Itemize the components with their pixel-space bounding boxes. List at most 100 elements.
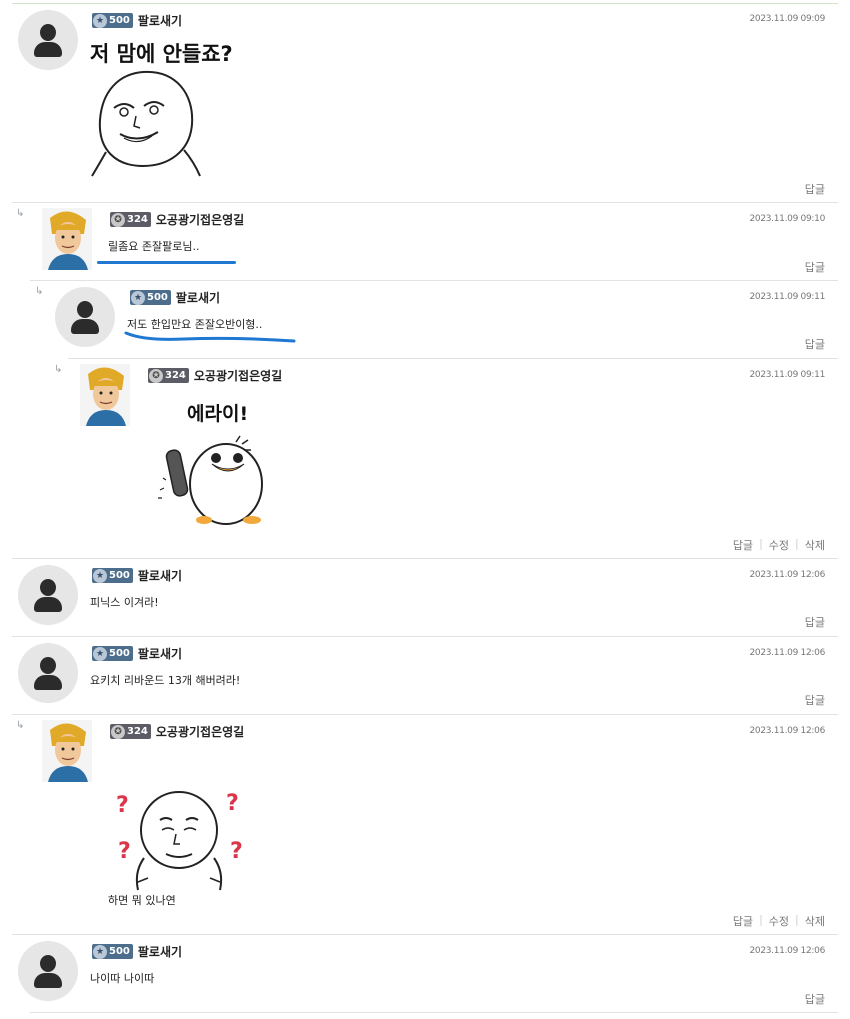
reply-button[interactable]: 답글	[805, 259, 825, 275]
reply-arrow-icon: ↳	[16, 208, 25, 219]
comment-meta: ★ 500 팔로새기	[92, 645, 182, 662]
separator: |	[759, 537, 763, 550]
nickname[interactable]: 오공광기접은영길	[156, 723, 244, 740]
default-avatar-icon[interactable]	[18, 941, 78, 1001]
comment-date: 2023.11.09 09:11	[749, 292, 825, 302]
comment-actions: 답글	[805, 259, 825, 275]
gear-icon: ✪	[149, 368, 163, 383]
level-badge: ★ 500	[92, 568, 133, 583]
comment-divider	[30, 1012, 838, 1013]
comment-date: 2023.11.09 12:06	[749, 570, 825, 580]
reply-button[interactable]: 답글	[805, 991, 825, 1007]
default-avatar-icon[interactable]	[18, 10, 78, 70]
comment-actions: 답글 | 수정 | 삭제	[733, 913, 825, 929]
star-icon: ★	[93, 646, 107, 661]
comment-actions: 답글 | 수정 | 삭제	[733, 537, 825, 553]
svg-text:?: ?	[226, 791, 239, 816]
level-badge: ★ 500	[92, 646, 133, 661]
anime-profile-avatar[interactable]	[42, 208, 92, 270]
reply-button[interactable]: 답글	[805, 336, 825, 352]
top-divider	[12, 3, 838, 4]
nickname[interactable]: 팔로새기	[176, 289, 220, 306]
gear-icon: ✪	[111, 724, 125, 739]
gear-icon: ✪	[111, 212, 125, 227]
comment-meta: ✪ 324 오공광기접은영길	[148, 367, 282, 384]
comment-divider	[30, 280, 838, 281]
comment-actions: 답글	[805, 181, 825, 197]
comment-divider	[12, 558, 838, 559]
comment-meta: ★ 500 팔로새기	[130, 289, 220, 306]
sticker-caption: 하면 뭐 있나연	[108, 894, 176, 907]
nickname[interactable]: 오공광기접은영길	[156, 211, 244, 228]
comment-divider	[68, 358, 838, 359]
nickname[interactable]: 오공광기접은영길	[194, 367, 282, 384]
svg-text:?: ?	[118, 839, 131, 864]
separator: |	[795, 913, 799, 926]
comment-meta: ★ 500 팔로새기	[92, 943, 182, 960]
reply-arrow-icon: ↳	[16, 720, 25, 731]
svg-text:?: ?	[230, 839, 243, 864]
nickname[interactable]: 팔로새기	[138, 943, 182, 960]
edit-button[interactable]: 수정	[769, 913, 789, 929]
comment-text: 요키치 리바운드 13개 해버려라!	[90, 674, 241, 687]
comment-date: 2023.11.09 09:10	[749, 214, 825, 224]
reply-button[interactable]: 답글	[805, 614, 825, 630]
reply-arrow-icon: ↳	[54, 364, 63, 375]
level-badge: ★ 500	[92, 944, 133, 959]
separator: |	[759, 913, 763, 926]
comment-date: 2023.11.09 09:11	[749, 370, 825, 380]
comment-actions: 답글	[805, 692, 825, 708]
comment-actions: 답글	[805, 991, 825, 1007]
reply-button[interactable]: 답글	[805, 692, 825, 708]
nickname[interactable]: 팔로새기	[138, 12, 182, 29]
blue-underline-mark	[97, 261, 236, 264]
comment-text: 피닉스 이겨라!	[90, 596, 159, 609]
level-badge: ✪ 324	[110, 212, 151, 227]
delete-button[interactable]: 삭제	[805, 913, 825, 929]
delete-button[interactable]: 삭제	[805, 537, 825, 553]
comment-actions: 답글	[805, 336, 825, 352]
comment-divider	[12, 934, 838, 935]
comment-meta: ★ 500 팔로새기	[92, 12, 182, 29]
anime-profile-avatar[interactable]	[80, 364, 130, 426]
default-avatar-icon[interactable]	[55, 287, 115, 347]
separator: |	[795, 537, 799, 550]
level-badge: ✪ 324	[110, 724, 151, 739]
default-avatar-icon[interactable]	[18, 565, 78, 625]
comment-meta: ★ 500 팔로새기	[92, 567, 182, 584]
reply-button[interactable]: 답글	[805, 181, 825, 197]
comment-text: 나이따 나이따	[90, 972, 155, 985]
comment-divider	[12, 202, 838, 203]
comment-meta: ✪ 324 오공광기접은영길	[110, 211, 244, 228]
comment-date: 2023.11.09 12:06	[749, 726, 825, 736]
comment-date: 2023.11.09 12:06	[749, 648, 825, 658]
sticker-caption: 저 맘에 안들죠?	[90, 42, 233, 66]
reply-button[interactable]: 답글	[733, 537, 753, 553]
nickname[interactable]: 팔로새기	[138, 567, 182, 584]
sticker-caption: 에라이!	[187, 403, 249, 425]
star-icon: ★	[93, 944, 107, 959]
comment-actions: 답글	[805, 614, 825, 630]
blue-underline-mark	[124, 331, 296, 343]
star-icon: ★	[131, 290, 145, 305]
meme-face-sticker	[91, 70, 201, 177]
star-icon: ★	[93, 13, 107, 28]
reply-arrow-icon: ↳	[35, 286, 44, 297]
duck-sticker	[158, 435, 263, 525]
comment-text: 릴좀요 존잘팔로님..	[108, 240, 200, 253]
level-badge: ✪ 324	[148, 368, 189, 383]
comment-divider	[12, 714, 838, 715]
svg-text:?: ?	[116, 793, 129, 818]
confused-face-sticker: ?? ??	[116, 791, 243, 891]
anime-profile-avatar[interactable]	[42, 720, 92, 782]
comment-divider	[12, 636, 838, 637]
nickname[interactable]: 팔로새기	[138, 645, 182, 662]
level-badge: ★ 500	[130, 290, 171, 305]
reply-button[interactable]: 답글	[733, 913, 753, 929]
star-icon: ★	[93, 568, 107, 583]
comment-meta: ✪ 324 오공광기접은영길	[110, 723, 244, 740]
comment-date: 2023.11.09 09:09	[749, 14, 825, 24]
edit-button[interactable]: 수정	[769, 537, 789, 553]
level-badge: ★ 500	[92, 13, 133, 28]
default-avatar-icon[interactable]	[18, 643, 78, 703]
